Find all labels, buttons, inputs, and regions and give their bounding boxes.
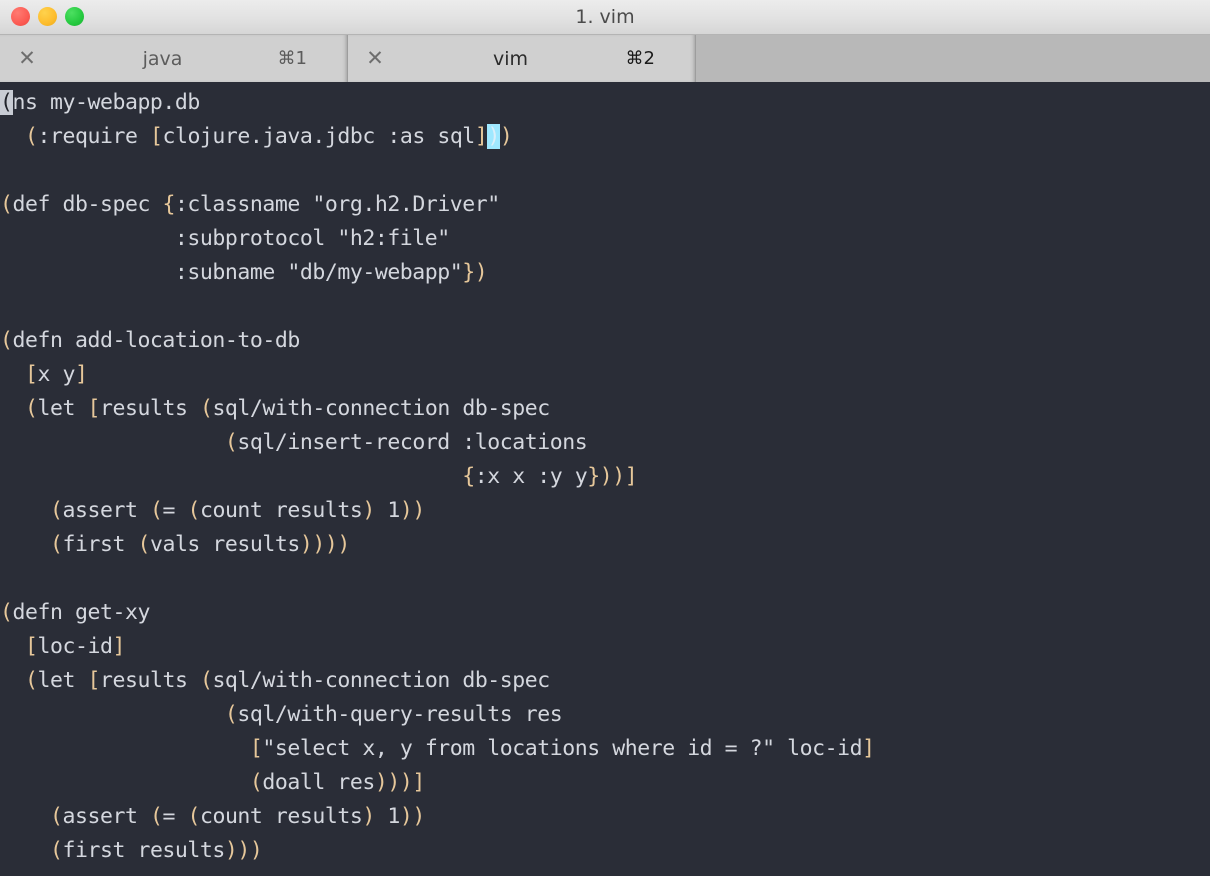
code-line: (assert (= (count results) 1)) [49, 498, 425, 523]
tab-bar: ✕ java ⌘1 ✕ vim ⌘2 [0, 35, 1210, 82]
code-line: ​ [0, 154, 1210, 188]
code-line: (let [results (sql/with-connection db-sp… [25, 668, 550, 693]
code-line: ​ [0, 562, 1210, 596]
code-line: (def db-spec {:classname "org.h2.Driver" [0, 192, 500, 217]
code-line: [loc-id] [25, 634, 125, 659]
terminal-content-area[interactable]: (ns my-webapp.db (:require [clojure.java… [0, 82, 1210, 876]
code-line: [x y] [25, 362, 88, 387]
code-line: (defn add-location-to-db [0, 328, 300, 353]
code-line: (first (vals results)))) [49, 532, 350, 557]
tab-bar-empty-area[interactable] [696, 35, 1210, 82]
code-line: (:require [clojure.java.jdbc :as sql])) [25, 124, 513, 149]
editor-text-buffer[interactable]: (ns my-webapp.db (:require [clojure.java… [0, 86, 1210, 868]
window-titlebar: 1. vim [0, 0, 1210, 35]
code-line: ["select x, y from locations where id = … [249, 736, 875, 761]
code-line: (ns my-webapp.db [0, 90, 200, 115]
tab-java-shortcut: ⌘1 [277, 48, 307, 69]
tab-vim-shortcut: ⌘2 [625, 48, 655, 69]
code-line: (assert (= (count results) 1)) [49, 804, 425, 829]
code-line: ​ [0, 290, 1210, 324]
terminal-window: 1. vim ✕ java ⌘1 ✕ vim ⌘2 (ns my-webapp.… [0, 0, 1210, 876]
close-icon[interactable]: ✕ [362, 35, 388, 82]
window-title: 1. vim [575, 6, 635, 28]
tab-vim[interactable]: ✕ vim ⌘2 [348, 35, 696, 82]
code-line: :subname "db/my-webapp"}) [0, 260, 488, 285]
tab-java[interactable]: ✕ java ⌘1 [0, 35, 348, 82]
code-line: (doall res)))] [249, 770, 425, 795]
close-icon[interactable]: ✕ [14, 35, 40, 82]
code-line: {:x x :y y}))] [462, 464, 638, 489]
code-line: (let [results (sql/with-connection db-sp… [25, 396, 550, 421]
code-line: (sql/with-query-results res [224, 702, 563, 727]
code-line: (sql/insert-record :locations [224, 430, 588, 455]
code-line: :subprotocol "h2:file" [0, 226, 450, 251]
code-line: (defn get-xy [0, 600, 150, 625]
code-line: (first results))) [49, 838, 263, 863]
